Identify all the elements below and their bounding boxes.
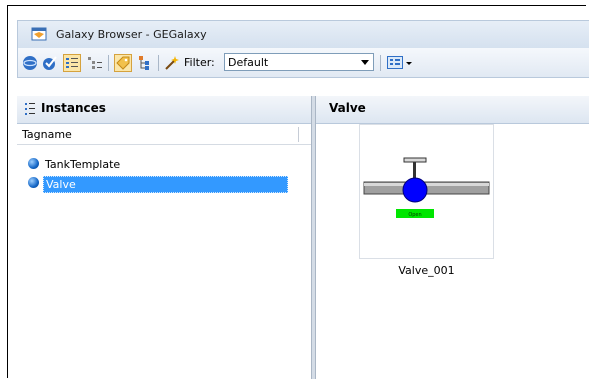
valve-status-text: Open [408,212,421,218]
view-options-icon[interactable] [386,54,414,72]
symbol-thumbnail[interactable]: Open [359,124,494,259]
valve-graphic: Open [363,157,490,218]
list-item-label: Valve [43,176,288,193]
instances-pane: Instances Tagname TankTemplate Valve [17,96,311,379]
instances-pane-header: Instances [17,96,311,124]
title-bar: Galaxy Browser - GEGalaxy [17,20,589,48]
check-icon[interactable] [41,54,59,72]
toolbar-separator [158,55,159,71]
symbol-thumbnail-label: Valve_001 [398,264,455,277]
preview-pane: Valve Open Valve_001 [316,96,589,379]
filter-dropdown-value: Default [228,56,269,69]
instance-icon [28,177,39,188]
instances-pane-title: Instances [41,101,106,115]
chevron-down-icon[interactable] [361,60,369,65]
hierarchy-icon[interactable] [137,54,155,72]
toolbar-separator [380,55,381,71]
list-item[interactable]: TankTemplate [17,156,311,175]
filter-label: Filter: [184,56,215,69]
tagname-column-label: Tagname [22,128,72,141]
column-resize-handle[interactable] [298,127,299,142]
instances-list-icon [25,103,35,115]
tag-icon[interactable] [114,54,132,72]
toolbar: Filter: Default [17,48,589,78]
app-icon [31,27,47,41]
preview-pane-header: Valve [316,96,589,124]
list-item-label: TankTemplate [45,158,121,171]
instance-icon [28,158,39,169]
preview-pane-title: Valve [329,101,366,115]
galaxy-icon[interactable] [21,54,39,72]
window-title: Galaxy Browser - GEGalaxy [56,28,207,41]
filter-dropdown[interactable]: Default [224,53,374,71]
tagname-column-header[interactable]: Tagname [17,125,311,145]
list-view-icon[interactable] [63,54,81,72]
tree-view-icon[interactable] [86,54,104,72]
filter-wand-icon[interactable] [163,54,181,72]
toolbar-separator [108,55,109,71]
list-item[interactable]: Valve [17,175,311,194]
